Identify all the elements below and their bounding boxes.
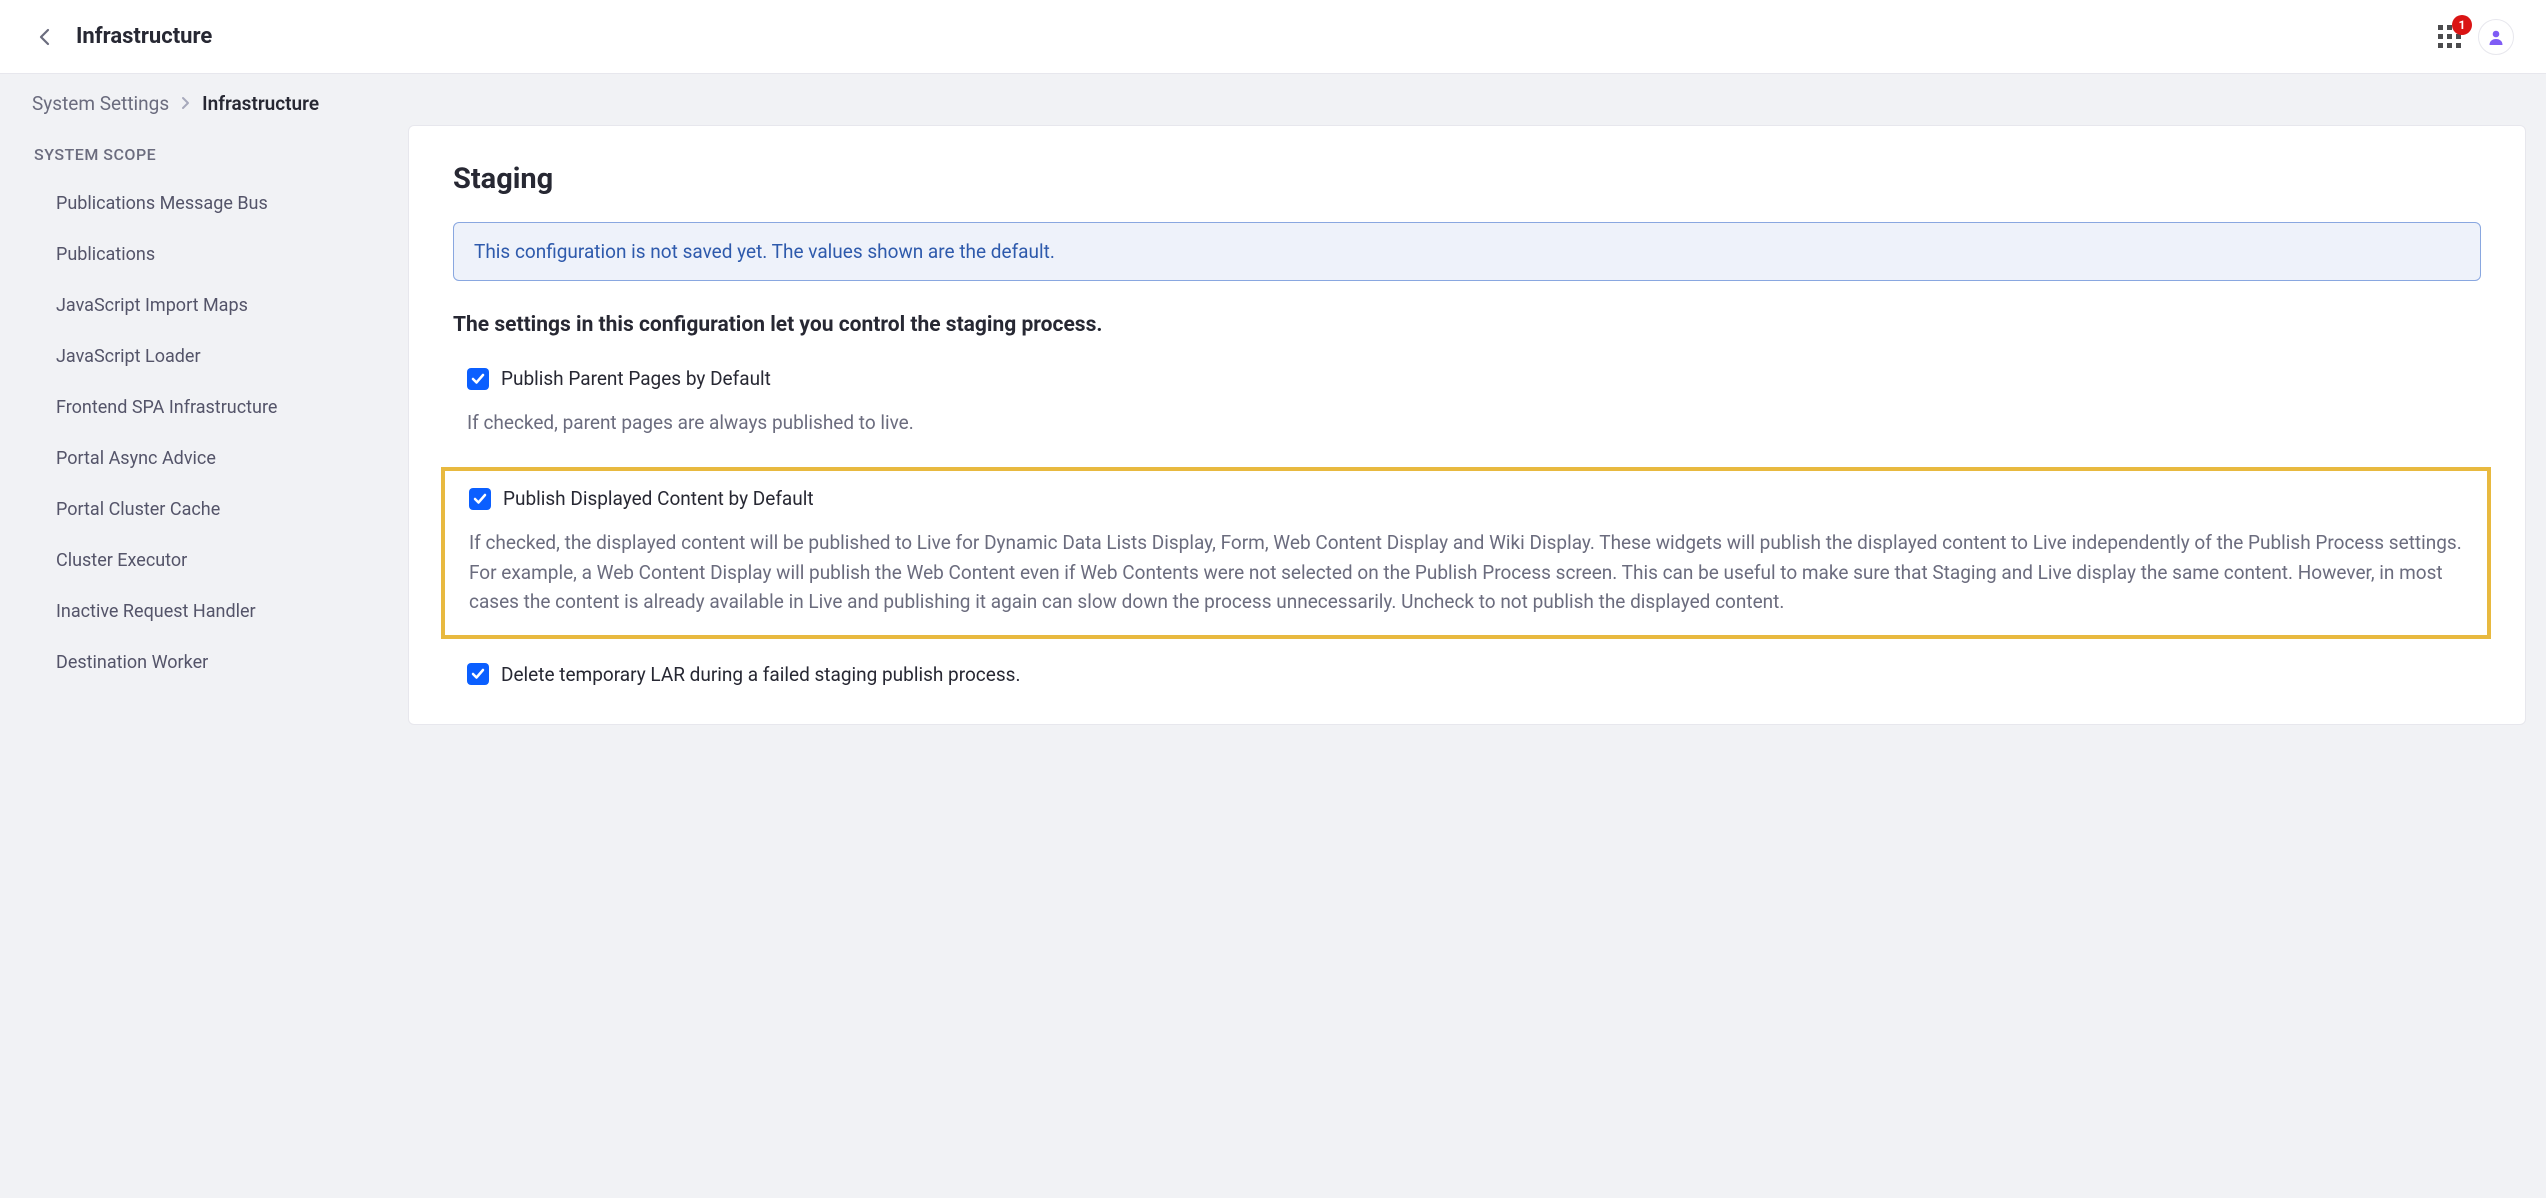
checkbox-publish-displayed-content[interactable]	[469, 488, 491, 510]
sidebar-scope-label: SYSTEM SCOPE	[32, 137, 376, 178]
checkbox-label: Publish Displayed Content by Default	[503, 487, 814, 510]
check-icon	[471, 373, 485, 385]
breadcrumb: System Settings Infrastructure	[0, 74, 2546, 125]
checkbox-delete-temp-lar[interactable]	[467, 663, 489, 685]
user-icon	[2487, 28, 2505, 46]
sidebar-item-portal-cluster-cache[interactable]: Portal Cluster Cache	[32, 484, 376, 535]
notification-badge: 1	[2452, 15, 2472, 35]
apps-menu-button[interactable]: 1	[2438, 25, 2462, 49]
breadcrumb-current: Infrastructure	[202, 92, 319, 115]
page-title: Infrastructure	[76, 24, 212, 49]
alert-info: This configuration is not saved yet. The…	[453, 222, 2481, 281]
back-button[interactable]	[32, 25, 56, 49]
sidebar-item-frontend-spa[interactable]: Frontend SPA Infrastructure	[32, 382, 376, 433]
check-icon	[471, 668, 485, 680]
topbar: Infrastructure 1	[0, 0, 2546, 74]
sidebar-item-inactive-request-handler[interactable]: Inactive Request Handler	[32, 586, 376, 637]
panel-title: Staging	[453, 162, 2481, 196]
sidebar-item-destination-worker[interactable]: Destination Worker	[32, 637, 376, 688]
sidebar-item-js-loader[interactable]: JavaScript Loader	[32, 331, 376, 382]
checkbox-label: Delete temporary LAR during a failed sta…	[501, 663, 1020, 686]
checkbox-publish-parent-pages[interactable]	[467, 368, 489, 390]
main-panel: Staging This configuration is not saved …	[408, 125, 2526, 725]
check-icon	[473, 493, 487, 505]
chevron-left-icon	[38, 28, 50, 46]
option-publish-displayed-content: Publish Displayed Content by Default	[453, 487, 2479, 510]
user-menu-button[interactable]	[2478, 19, 2514, 55]
topbar-left: Infrastructure	[32, 24, 212, 49]
sidebar-item-js-import-maps[interactable]: JavaScript Import Maps	[32, 280, 376, 331]
sidebar: SYSTEM SCOPE Publications Message Bus Pu…	[0, 125, 408, 725]
help-text-publish-parent-pages: If checked, parent pages are always publ…	[453, 408, 2481, 437]
sidebar-item-publications[interactable]: Publications	[32, 229, 376, 280]
layout: SYSTEM SCOPE Publications Message Bus Pu…	[0, 125, 2546, 725]
breadcrumb-system-settings[interactable]: System Settings	[32, 92, 169, 115]
sidebar-item-cluster-executor[interactable]: Cluster Executor	[32, 535, 376, 586]
section-description: The settings in this configuration let y…	[453, 313, 2481, 337]
sidebar-item-publications-message-bus[interactable]: Publications Message Bus	[32, 178, 376, 229]
sidebar-item-portal-async-advice[interactable]: Portal Async Advice	[32, 433, 376, 484]
chevron-right-icon	[181, 92, 190, 115]
option-delete-temp-lar: Delete temporary LAR during a failed sta…	[453, 663, 2481, 686]
topbar-right: 1	[2438, 19, 2514, 55]
option-publish-parent-pages: Publish Parent Pages by Default	[453, 367, 2481, 390]
highlighted-option: Publish Displayed Content by Default If …	[441, 467, 2491, 638]
help-text-publish-displayed-content: If checked, the displayed content will b…	[453, 528, 2479, 616]
checkbox-label: Publish Parent Pages by Default	[501, 367, 771, 390]
